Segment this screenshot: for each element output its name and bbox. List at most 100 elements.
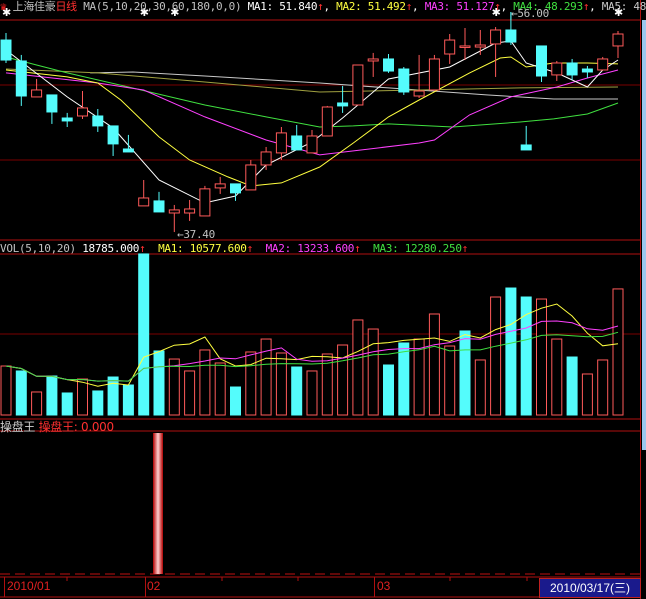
separator: , (323, 0, 331, 13)
ma60-line (5, 68, 619, 93)
candle-up (275, 132, 287, 154)
candle-up (428, 58, 440, 91)
indicator-name[interactable]: 操盘王 (0, 420, 35, 434)
candle-up (367, 58, 379, 62)
price-header: ♛ 上海佳豪日线 MA(5,10,20,30,60,180,0,0) MA1: … (0, 0, 646, 13)
volume-bar (398, 342, 410, 416)
vol-ma2-value: MA2: 13233.600 (265, 242, 355, 255)
volume-bar (490, 296, 502, 416)
volume-bar (505, 287, 517, 416)
volume-bar (597, 359, 609, 416)
candle-down (520, 144, 532, 151)
volume-bar (428, 313, 440, 416)
time-label-jan: 2010/01 (7, 579, 51, 593)
candle-up (214, 183, 226, 189)
candle-up (321, 106, 333, 137)
volume-bar (15, 370, 27, 416)
indicator-value: 操盘王: 0.000 (38, 420, 115, 434)
candle-down (230, 183, 241, 194)
volume-bar (459, 330, 471, 416)
volume-bar (31, 391, 43, 416)
candle-down (107, 125, 119, 145)
up-arrow-icon: ↑ (461, 242, 469, 255)
candle-down (566, 62, 578, 76)
separator: , (500, 0, 508, 13)
candle-up (490, 29, 502, 45)
candle-down (337, 102, 349, 107)
indicator-header: 操盘王 操盘王: 0.000 (0, 421, 114, 434)
candle-up (245, 164, 257, 191)
ma-params: MA(5,10,20,30,60,180,0,0) (83, 0, 242, 13)
candle-down (122, 148, 134, 153)
candle-down (398, 68, 410, 93)
ma5-value: MA5: 48.64 (601, 0, 646, 13)
separator: , (589, 0, 596, 13)
candle-down (61, 117, 73, 122)
candle-up (612, 33, 624, 47)
volume-bar (92, 390, 104, 416)
candle-up (413, 90, 425, 97)
separator: , (412, 0, 419, 13)
candle-up (138, 197, 150, 207)
kline-chart[interactable]: ✱ ✱ ✱ ✱ ✱ (0, 0, 646, 599)
candle-up (260, 151, 272, 166)
app-logo-icon[interactable]: ♛ (0, 0, 7, 13)
volume-bar (306, 370, 318, 416)
candle-down (92, 115, 104, 127)
candle-up (31, 89, 43, 98)
candle-down (581, 68, 593, 73)
candle-down (153, 200, 165, 213)
volume-bar (77, 378, 88, 416)
candle-down (0, 39, 12, 61)
volume-bar (168, 358, 180, 416)
ma1-value: MA1: 51.840 (247, 0, 318, 13)
volume-params: VOL(5,10,20) (0, 242, 76, 255)
volume-bar (536, 298, 547, 416)
volume-bar (383, 364, 394, 416)
volume-bar (0, 365, 12, 416)
candle-up (77, 107, 88, 117)
volume-bar (199, 349, 211, 416)
ma2-value: MA2: 51.492 (336, 0, 406, 13)
vol-ma1-value: MA1: 10577.600 (158, 242, 247, 255)
candle-down (46, 94, 58, 113)
volume-bar (352, 319, 364, 416)
candle-up (199, 188, 211, 217)
candle-up (168, 209, 180, 214)
volume-bar (291, 366, 303, 416)
low-price-label: ←37.40 (177, 228, 215, 241)
candle-down (536, 45, 547, 77)
volume-bar (245, 351, 257, 416)
high-price-label: ←56.00 (511, 7, 549, 20)
candle-up (306, 135, 318, 154)
volume-bar (153, 350, 165, 416)
volume-bar (122, 384, 134, 416)
volume-bar (275, 352, 287, 416)
volume-bar (581, 373, 593, 416)
volume-bar (367, 328, 379, 416)
volume-value: 18785.000 (82, 242, 140, 255)
volume-bar (184, 370, 196, 416)
stock-name: 上海佳豪 (12, 0, 56, 13)
volume-bar (214, 362, 226, 416)
volume-bar (474, 359, 486, 416)
candle-up (459, 45, 471, 48)
stock-chart-window: ✱ ✱ ✱ ✱ ✱ ♛ 上海佳豪日线 MA(5,10,20,30,60,180,0,0)… (0, 0, 646, 599)
current-date-box: 2010/03/17(三) (539, 578, 641, 598)
candle-up (474, 44, 486, 48)
candle-up (597, 58, 609, 71)
volume-bar (61, 392, 73, 416)
vol-ma3-value: MA3: 12280.250 (373, 242, 462, 255)
candle-down (291, 135, 303, 151)
time-label-mar: 03 (377, 579, 391, 593)
volume-bar (46, 375, 58, 416)
time-label-feb: 02 (147, 579, 161, 593)
volume-bar (138, 253, 150, 416)
volume-bar (444, 345, 456, 416)
volume-bar (612, 288, 624, 416)
period-label[interactable]: 日线 (55, 0, 77, 13)
vertical-scrollbar[interactable] (642, 20, 646, 450)
volume-bar (230, 386, 241, 416)
up-arrow-icon: ↑ (246, 242, 254, 255)
volume-header: VOL(5,10,20) 18785.000↑, MA1: 10577.600↑… (0, 242, 468, 255)
